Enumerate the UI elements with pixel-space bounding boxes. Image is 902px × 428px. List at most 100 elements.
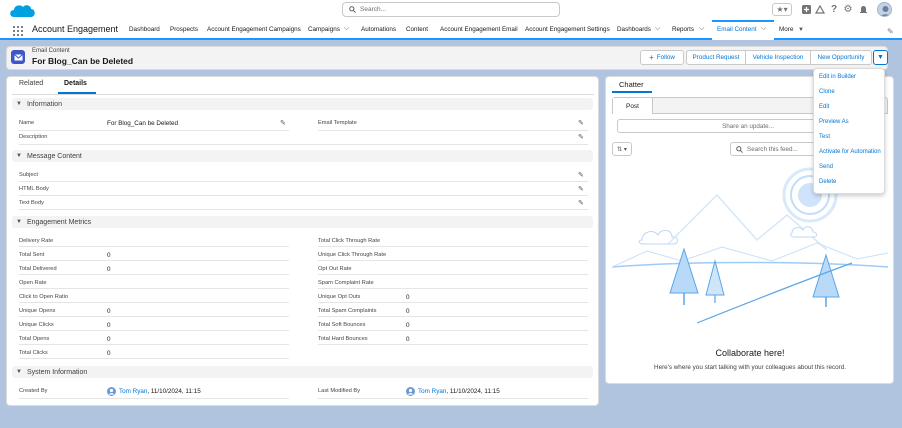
divider	[19, 209, 588, 210]
menu-item-activate-for-automation[interactable]: Activate for Automation	[819, 149, 881, 155]
nav-item-dashboards[interactable]: Dashboards	[617, 26, 651, 33]
tab-related[interactable]: Related	[19, 80, 43, 87]
chevron-down-icon[interactable]: ⌵	[344, 25, 349, 33]
field-value-total-delivered: 0	[107, 266, 111, 273]
nav-item-email-content[interactable]: Email Content	[717, 26, 757, 33]
field-label-total-soft-bounces: Total Soft Bounces	[318, 322, 366, 328]
field-value-unique-opt-outs: 0	[406, 294, 410, 301]
nav-item-more[interactable]: More	[779, 26, 793, 33]
divider	[19, 130, 289, 131]
divider	[19, 246, 289, 247]
last-modified-by-user-link[interactable]: Tom Ryan	[418, 388, 446, 395]
app-launcher-icon[interactable]	[13, 26, 23, 36]
divider	[318, 274, 588, 275]
notifications-bell-icon[interactable]	[857, 3, 869, 16]
nav-item-account-engagement-campaigns[interactable]: Account Engagement Campaigns	[207, 26, 301, 33]
field-value-unique-opens: 0	[107, 308, 111, 315]
tab-divider	[12, 94, 594, 95]
edit-pencil-icon[interactable]: ✎	[578, 133, 584, 141]
field-label-delivery-rate: Delivery Rate	[19, 238, 54, 244]
caret-down-icon[interactable]: ▼	[798, 27, 804, 33]
salesforce-logo[interactable]	[8, 2, 36, 20]
feed-sort-button[interactable]: ⇅ ▾	[612, 142, 632, 156]
section-title: System Information	[26, 368, 88, 376]
field-label-total-click-through-rate: Total Click Through Rate	[318, 238, 381, 244]
menu-item-send[interactable]: Send	[819, 164, 833, 170]
nav-item-account-engagement-settings[interactable]: Account Engagement Settings	[525, 26, 610, 33]
help-icon[interactable]: ?	[829, 3, 839, 16]
edit-pencil-icon[interactable]: ✎	[578, 119, 584, 127]
edit-pencil-icon[interactable]: ✎	[280, 119, 286, 127]
menu-item-preview-as[interactable]: Preview As	[819, 119, 849, 125]
field-value-last-modified-by: Tom Ryan , 11/10/2024, 11:15	[406, 387, 500, 396]
more-actions-dropdown-button[interactable]: ▼	[873, 50, 888, 65]
divider	[19, 316, 289, 317]
field-value-total-opens: 0	[107, 336, 111, 343]
chevron-down-icon[interactable]: ⌵	[655, 25, 660, 33]
follow-button[interactable]: + Follow	[640, 50, 684, 65]
menu-item-edit[interactable]: Edit	[819, 104, 829, 110]
edit-pencil-icon[interactable]: ✎	[578, 185, 584, 193]
user-avatar-icon	[107, 387, 116, 396]
avatar[interactable]	[877, 2, 892, 17]
field-value-total-hard-bounces: 0	[406, 336, 410, 343]
last-modified-by-date: , 11/10/2024, 11:15	[446, 388, 500, 395]
chevron-down-icon: ▼	[16, 369, 22, 375]
section-title: Information	[26, 100, 62, 108]
menu-item-test[interactable]: Test	[819, 134, 830, 140]
menu-item-clone[interactable]: Clone	[819, 89, 835, 95]
sort-icon: ⇅ ▾	[617, 146, 627, 153]
nav-item-dashboard[interactable]: Dashboard	[129, 26, 160, 33]
tab-details[interactable]: Details	[64, 80, 87, 87]
field-value-total-clicks: 0	[107, 350, 111, 357]
chevron-down-icon[interactable]: ⌵	[699, 25, 704, 33]
edit-nav-pencil-icon[interactable]: ✎	[887, 27, 894, 36]
section-message-content[interactable]: ▼ Message Content	[12, 150, 593, 162]
new-opportunity-button[interactable]: New Opportunity	[811, 50, 872, 65]
section-information[interactable]: ▼ Information	[12, 98, 593, 110]
trailhead-icon[interactable]	[814, 3, 826, 16]
divider	[19, 260, 289, 261]
divider	[19, 398, 289, 399]
field-value-unique-clicks: 0	[107, 322, 111, 329]
divider	[19, 358, 289, 359]
section-title: Message Content	[26, 152, 82, 160]
add-icon[interactable]	[800, 3, 812, 16]
chevron-down-icon: ▼	[16, 219, 22, 225]
field-value-total-soft-bounces: 0	[406, 322, 410, 329]
nav-item-content[interactable]: Content	[406, 26, 428, 33]
nav-item-reports[interactable]: Reports	[672, 26, 694, 33]
record-title: For Blog_Can be Deleted	[32, 56, 134, 66]
field-label-total-spam-complaints: Total Spam Complaints	[318, 308, 377, 314]
divider	[19, 195, 588, 196]
setup-gear-icon[interactable]: ⚙	[842, 3, 854, 16]
created-by-user-link[interactable]: Tom Ryan	[119, 388, 147, 395]
search-icon	[736, 145, 743, 153]
feed-search-placeholder: Search this feed...	[747, 145, 798, 153]
nav-item-account-engagement-email[interactable]: Account Engagement Email	[440, 26, 518, 33]
nav-item-prospects[interactable]: Prospects	[170, 26, 198, 33]
nav-item-automations[interactable]: Automations	[361, 26, 396, 33]
edit-pencil-icon[interactable]: ✎	[578, 171, 584, 179]
chatter-tab[interactable]: Chatter	[619, 80, 644, 89]
vehicle-inspection-button[interactable]: Vehicle Inspection	[746, 50, 811, 65]
menu-item-delete[interactable]: Delete	[819, 179, 836, 185]
post-tab[interactable]: Post	[613, 98, 653, 114]
chevron-down-icon[interactable]: ⌵	[761, 25, 766, 33]
edit-pencil-icon[interactable]: ✎	[578, 199, 584, 207]
divider	[318, 398, 588, 399]
global-search-input[interactable]: Search...	[342, 2, 560, 17]
divider	[318, 260, 588, 261]
field-label-unique-opens: Unique Opens	[19, 308, 56, 314]
field-label-unique-opt-outs: Unique Opt Outs	[318, 294, 361, 300]
menu-item-edit-in-builder[interactable]: Edit in Builder	[819, 74, 856, 80]
favorites-star-icon[interactable]: ★▾	[772, 3, 792, 16]
caret-down-icon: ▼	[877, 54, 884, 61]
product-request-button[interactable]: Product Request	[686, 50, 746, 65]
section-system-information[interactable]: ▼ System Information	[12, 366, 593, 378]
nav-item-campaigns[interactable]: Campaigns	[308, 26, 340, 33]
details-card	[6, 76, 599, 406]
feed-search-input[interactable]: Search this feed...	[730, 142, 820, 156]
section-engagement-metrics[interactable]: ▼ Engagement Metrics	[12, 216, 593, 228]
field-label-total-clicks: Total Clicks	[19, 350, 48, 356]
